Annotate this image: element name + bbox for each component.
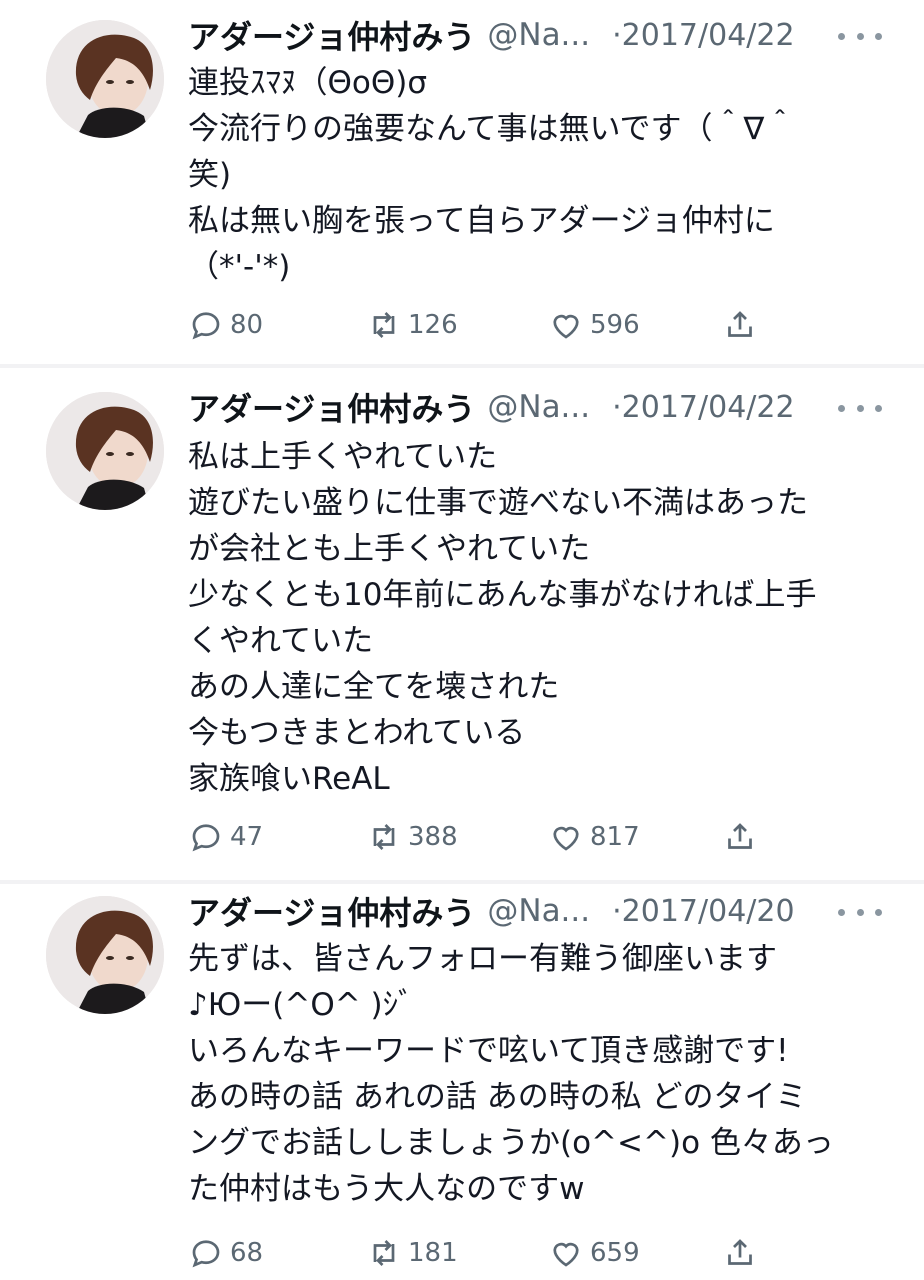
retweet-icon bbox=[373, 824, 395, 850]
tweet-2[interactable]: アダージョ仲村みう @Na... ·2017/04/22 私は上手くやれていた … bbox=[0, 368, 924, 880]
tweet-1[interactable]: アダージョ仲村みう @Na... ·2017/04/22 連投ｽﾏﾇ（ΘoΘ)σ… bbox=[0, 0, 924, 364]
heart-icon bbox=[553, 1242, 579, 1267]
share-button[interactable] bbox=[722, 812, 764, 862]
tweet-header: アダージョ仲村みう @Na... ·2017/04/20 bbox=[188, 886, 795, 936]
tweet-date[interactable]: ·2017/04/20 bbox=[612, 894, 794, 929]
tweet-line: 遊びたい盛りに仕事で遊べない不満はあった bbox=[188, 485, 808, 521]
user-handle[interactable]: @Na... bbox=[487, 17, 590, 53]
retweet-count: 181 bbox=[408, 1238, 458, 1268]
avatar[interactable] bbox=[46, 20, 164, 138]
user-handle[interactable]: @Na... bbox=[487, 893, 590, 929]
tweet-header: アダージョ仲村みう @Na... ·2017/04/22 bbox=[188, 10, 795, 60]
tweet-line: 私は無い胸を張って自らアダージョ仲村に bbox=[188, 203, 775, 239]
tweet-line: あの時の話 あれの話 あの時の私 どのタイミ bbox=[188, 1079, 807, 1115]
tweet-actions: 68 181 659 bbox=[188, 1228, 788, 1278]
tweet-line: 連投ｽﾏﾇ（ΘoΘ)σ bbox=[188, 65, 428, 101]
user-handle[interactable]: @Na... bbox=[487, 389, 590, 425]
reply-button[interactable]: 47 bbox=[188, 812, 263, 862]
tweet-line: 家族喰いReAL bbox=[188, 761, 390, 797]
retweet-count: 388 bbox=[408, 822, 458, 852]
share-button[interactable] bbox=[722, 1228, 764, 1278]
display-name[interactable]: アダージョ仲村みう bbox=[188, 888, 475, 934]
tweet-3[interactable]: アダージョ仲村みう @Na... ·2017/04/20 先ずは、皆さんフォロー… bbox=[0, 884, 924, 1280]
tweet-line: 今もつきまとわれている bbox=[188, 715, 526, 751]
avatar[interactable] bbox=[46, 392, 164, 510]
retweet-icon bbox=[373, 1240, 395, 1266]
like-button[interactable]: 659 bbox=[548, 1228, 640, 1278]
share-icon bbox=[728, 823, 752, 849]
tweet-text: 先ずは、皆さんフォロー有難う御座います ♪Юー(^O^ )ｼﾞ いろんなキーワー… bbox=[188, 936, 888, 1212]
heart-icon bbox=[553, 314, 579, 339]
reply-count: 80 bbox=[230, 310, 264, 340]
tweet-line: が会社とも上手くやれていた bbox=[188, 531, 591, 567]
tweet-line: いろんなキーワードで呟いて頂き感謝です! bbox=[188, 1033, 789, 1069]
tweet-line: 少なくとも10年前にあんな事がなければ上手 bbox=[188, 577, 817, 613]
reply-button[interactable]: 80 bbox=[188, 300, 263, 350]
display-name[interactable]: アダージョ仲村みう bbox=[188, 12, 475, 58]
tweet-actions: 47 388 817 bbox=[188, 812, 788, 862]
tweet-line: 今流行りの強要なんて事は無いです（＾∇＾ bbox=[188, 111, 796, 147]
heart-icon bbox=[553, 826, 579, 851]
retweet-icon bbox=[373, 312, 395, 338]
tweet-text: 私は上手くやれていた 遊びたい盛りに仕事で遊べない不満はあった が会社とも上手く… bbox=[188, 434, 888, 802]
like-count: 596 bbox=[590, 310, 640, 340]
tweet-line: 笑) bbox=[188, 157, 232, 193]
retweet-count: 126 bbox=[408, 310, 458, 340]
like-count: 817 bbox=[590, 822, 640, 852]
like-button[interactable]: 596 bbox=[548, 300, 640, 350]
tweet-line: くやれていた bbox=[188, 623, 374, 659]
reply-icon bbox=[192, 1240, 220, 1268]
tweet-line: ングでお話ししましょうか(o^<^)o 色々あっ bbox=[188, 1125, 834, 1161]
share-button[interactable] bbox=[722, 300, 764, 350]
more-options-icon[interactable] bbox=[838, 398, 882, 418]
reply-button[interactable]: 68 bbox=[188, 1228, 263, 1278]
tweet-date[interactable]: ·2017/04/22 bbox=[612, 18, 794, 53]
tweet-text: 連投ｽﾏﾇ（ΘoΘ)σ 今流行りの強要なんて事は無いです（＾∇＾ 笑) 私は無い… bbox=[188, 60, 888, 290]
tweet-line: 私は上手くやれていた bbox=[188, 439, 498, 475]
retweet-button[interactable]: 126 bbox=[366, 300, 458, 350]
like-button[interactable]: 817 bbox=[548, 812, 640, 862]
display-name[interactable]: アダージョ仲村みう bbox=[188, 384, 475, 430]
tweet-line: 先ずは、皆さんフォロー有難う御座います bbox=[188, 941, 777, 977]
retweet-button[interactable]: 181 bbox=[366, 1228, 458, 1278]
more-options-icon[interactable] bbox=[838, 26, 882, 46]
reply-icon bbox=[192, 312, 220, 340]
tweet-line: た仲村はもう大人なのですw bbox=[188, 1171, 585, 1207]
share-icon bbox=[728, 1239, 752, 1265]
reply-count: 68 bbox=[230, 1238, 264, 1268]
tweet-date[interactable]: ·2017/04/22 bbox=[612, 390, 794, 425]
share-icon bbox=[728, 311, 752, 337]
like-count: 659 bbox=[590, 1238, 640, 1268]
tweet-line: ♪Юー(^O^ )ｼﾞ bbox=[188, 987, 414, 1023]
more-options-icon[interactable] bbox=[838, 902, 882, 922]
reply-count: 47 bbox=[230, 822, 264, 852]
tweet-header: アダージョ仲村みう @Na... ·2017/04/22 bbox=[188, 382, 795, 432]
tweet-actions: 80 126 596 bbox=[188, 300, 788, 350]
tweet-line: あの人達に全てを壊された bbox=[188, 669, 560, 705]
retweet-button[interactable]: 388 bbox=[366, 812, 458, 862]
tweet-line: （*'-'*) bbox=[188, 249, 291, 285]
reply-icon bbox=[192, 824, 220, 852]
avatar[interactable] bbox=[46, 896, 164, 1014]
